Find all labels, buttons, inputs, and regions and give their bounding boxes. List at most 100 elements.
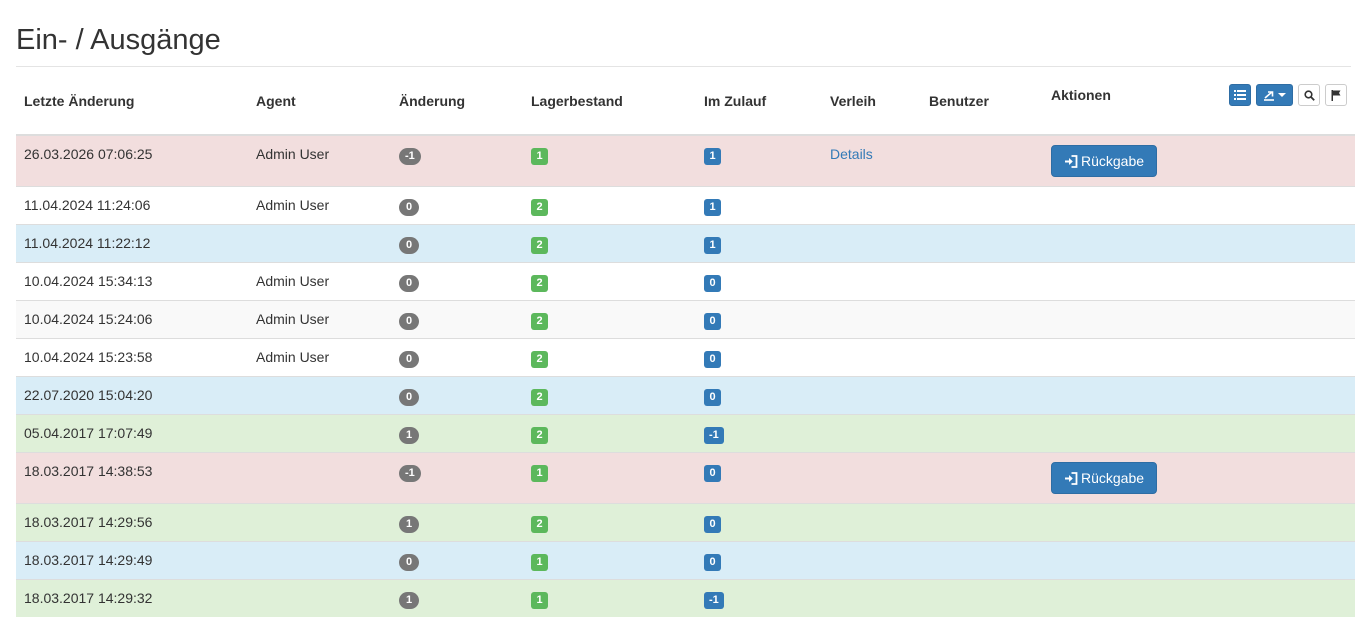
stock-label: 2 xyxy=(531,351,548,368)
incoming-label: 1 xyxy=(704,148,721,165)
details-link[interactable]: Details xyxy=(830,146,873,162)
chevron-down-icon xyxy=(1278,93,1286,97)
cell-user xyxy=(921,415,1043,453)
cell-date: 18.03.2017 14:29:56 xyxy=(16,504,248,542)
cell-stock: 2 xyxy=(523,504,696,542)
return-button[interactable]: Rückgabe xyxy=(1051,462,1157,494)
cell-user xyxy=(921,453,1043,504)
change-badge: 0 xyxy=(399,199,419,216)
list-view-button[interactable] xyxy=(1229,84,1251,106)
change-badge: 1 xyxy=(399,592,419,609)
cell-date: 11.04.2024 11:24:06 xyxy=(16,187,248,225)
cell-incoming: 0 xyxy=(696,301,822,339)
change-badge: 0 xyxy=(399,389,419,406)
table-row: 11.04.2024 11:22:12021 xyxy=(16,225,1355,263)
cell-actions xyxy=(1043,263,1355,301)
table-row: 18.03.2017 14:29:3211-1 xyxy=(16,580,1355,617)
cell-user xyxy=(921,504,1043,542)
cell-loan xyxy=(822,453,921,504)
change-badge: 0 xyxy=(399,554,419,571)
cell-change: 0 xyxy=(391,225,523,263)
cell-date: 11.04.2024 11:22:12 xyxy=(16,225,248,263)
incoming-label: 0 xyxy=(704,275,721,292)
header-incoming[interactable]: Im Zulauf xyxy=(696,67,822,135)
cell-date: 22.07.2020 15:04:20 xyxy=(16,377,248,415)
cell-agent: Admin User xyxy=(248,339,391,377)
cell-user xyxy=(921,187,1043,225)
stock-label: 1 xyxy=(531,465,548,482)
export-icon xyxy=(1263,90,1275,101)
cell-incoming: 0 xyxy=(696,542,822,580)
cell-agent: Admin User xyxy=(248,187,391,225)
cell-incoming: 0 xyxy=(696,453,822,504)
cell-user xyxy=(921,301,1043,339)
stock-label: 2 xyxy=(531,516,548,533)
cell-stock: 2 xyxy=(523,415,696,453)
cell-agent xyxy=(248,542,391,580)
change-badge: 0 xyxy=(399,313,419,330)
change-badge: 1 xyxy=(399,427,419,444)
cell-agent: Admin User xyxy=(248,301,391,339)
cell-agent xyxy=(248,504,391,542)
header-last-change[interactable]: Letzte Änderung xyxy=(16,67,248,135)
cell-stock: 1 xyxy=(523,453,696,504)
cell-stock: 2 xyxy=(523,339,696,377)
table-row: 10.04.2024 15:23:58Admin User 0 2 0 xyxy=(16,339,1355,377)
cell-agent: Admin User xyxy=(248,263,391,301)
header-stock[interactable]: Lagerbestand xyxy=(523,67,696,135)
cell-user xyxy=(921,225,1043,263)
cell-loan xyxy=(822,263,921,301)
table-body: 26.03.2026 07:06:25Admin User-111Details… xyxy=(16,135,1355,617)
cell-loan xyxy=(822,187,921,225)
change-badge: 0 xyxy=(399,351,419,368)
incoming-label: 0 xyxy=(704,351,721,368)
cell-loan xyxy=(822,504,921,542)
cell-actions xyxy=(1043,187,1355,225)
cell-change: -1 xyxy=(391,135,523,187)
list-icon xyxy=(1234,90,1246,100)
cell-loan xyxy=(822,377,921,415)
stock-label: 2 xyxy=(531,275,548,292)
incoming-label: 0 xyxy=(704,465,721,482)
header-user[interactable]: Benutzer xyxy=(921,67,1043,135)
cell-stock: 2 xyxy=(523,377,696,415)
cell-actions xyxy=(1043,504,1355,542)
cell-change: 0 xyxy=(391,263,523,301)
cell-date: 10.04.2024 15:24:06 xyxy=(16,301,248,339)
export-dropdown-button[interactable] xyxy=(1256,84,1293,106)
table-row: 22.07.2020 15:04:20020 xyxy=(16,377,1355,415)
cell-loan xyxy=(822,580,921,617)
header-change[interactable]: Änderung xyxy=(391,67,523,135)
cell-loan xyxy=(822,225,921,263)
cell-user xyxy=(921,263,1043,301)
cell-change: 0 xyxy=(391,542,523,580)
table-row: 10.04.2024 15:24:06Admin User020 xyxy=(16,301,1355,339)
cell-loan xyxy=(822,542,921,580)
cell-actions xyxy=(1043,377,1355,415)
search-button[interactable] xyxy=(1298,84,1320,106)
cell-date: 10.04.2024 15:34:13 xyxy=(16,263,248,301)
cell-actions xyxy=(1043,580,1355,617)
incoming-label: -1 xyxy=(704,592,724,609)
cell-actions xyxy=(1043,415,1355,453)
cell-date: 10.04.2024 15:23:58 xyxy=(16,339,248,377)
return-button[interactable]: Rückgabe xyxy=(1051,145,1157,177)
change-badge: 0 xyxy=(399,275,419,292)
cell-loan xyxy=(822,301,921,339)
search-icon xyxy=(1304,90,1315,101)
header-agent[interactable]: Agent xyxy=(248,67,391,135)
cell-change: 0 xyxy=(391,339,523,377)
header-actions-label: Aktionen xyxy=(1051,87,1111,103)
cell-incoming: 0 xyxy=(696,504,822,542)
cell-actions: Rückgabe xyxy=(1043,453,1355,504)
header-loan[interactable]: Verleih xyxy=(822,67,921,135)
flag-button[interactable] xyxy=(1325,84,1347,106)
login-icon xyxy=(1064,472,1078,485)
incoming-label: 0 xyxy=(704,313,721,330)
change-badge: 1 xyxy=(399,516,419,533)
cell-incoming: 1 xyxy=(696,187,822,225)
cell-date: 18.03.2017 14:29:49 xyxy=(16,542,248,580)
cell-change: -1 xyxy=(391,453,523,504)
incoming-label: 0 xyxy=(704,389,721,406)
cell-actions xyxy=(1043,301,1355,339)
